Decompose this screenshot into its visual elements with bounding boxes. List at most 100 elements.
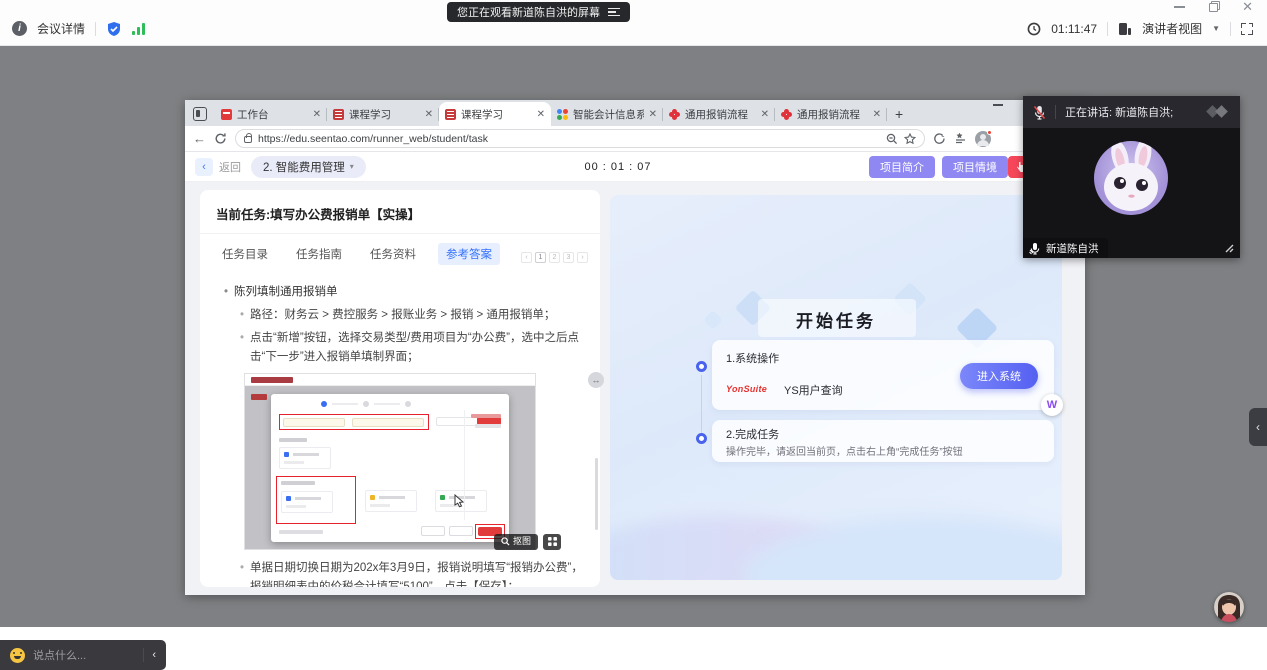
task-page-header: ‹ 返回 2. 智能费用管理 ▾ 00 : 01 : 07 项目简介 项目情境 xyxy=(185,152,1085,182)
view-mode-selector[interactable]: 演讲者视图 xyxy=(1142,20,1202,37)
tab-label: 课程学习 xyxy=(349,107,420,122)
tab-label: 通用报销流程 xyxy=(685,107,756,122)
browser-tab-reimburse-1[interactable]: 通用报销流程 ✕ xyxy=(663,102,775,126)
view-layout-icon xyxy=(1118,22,1132,36)
tab-workspaces-icon[interactable] xyxy=(193,107,207,121)
tab-close-icon[interactable]: ✕ xyxy=(761,109,769,120)
reimburse-favicon xyxy=(669,109,680,120)
security-shield-icon[interactable] xyxy=(106,21,122,37)
window-restore-icon[interactable] xyxy=(1209,3,1218,12)
network-signal-icon[interactable] xyxy=(132,23,145,35)
page-next-icon[interactable]: › xyxy=(577,252,588,263)
bullet-main: 陈列填制通用报销单 xyxy=(224,283,586,302)
rabbit-avatar xyxy=(1094,141,1168,215)
participant-name: 新道陈自洪 xyxy=(1046,241,1099,256)
info-icon[interactable]: i xyxy=(12,21,27,36)
timeline-dot-2 xyxy=(696,433,707,444)
tab-label: 通用报销流程 xyxy=(797,107,868,122)
workbench-favicon xyxy=(221,109,232,120)
browser-tab-course-1[interactable]: 课程学习 ✕ xyxy=(327,102,439,126)
back-arrow-icon[interactable]: ← xyxy=(193,132,206,145)
course-selector[interactable]: 2. 智能费用管理 ▾ xyxy=(251,156,366,178)
xindao-logo xyxy=(1206,105,1230,119)
new-tab-icon[interactable]: + xyxy=(895,106,903,122)
sidebar-collapse-tab[interactable]: ‹ xyxy=(1249,408,1267,446)
browser-profile-avatar[interactable] xyxy=(975,131,991,147)
refresh-icon[interactable] xyxy=(214,132,227,145)
mouse-cursor-icon xyxy=(453,494,465,508)
browser-tab-workbench[interactable]: 工作台 ✕ xyxy=(215,102,327,126)
browser-tab-reimburse-2[interactable]: 通用报销流程 ✕ xyxy=(775,102,887,126)
self-avatar[interactable] xyxy=(1214,592,1244,622)
resize-handle-icon[interactable] xyxy=(1222,241,1234,253)
participant-name-tag: 新道陈自洪 xyxy=(1023,238,1108,258)
browser-tabstrip: 工作台 ✕ 课程学习 ✕ 课程学习 ✕ 智能会计信息系统R ✕ 通用报销流程 xyxy=(185,100,1085,126)
back-label[interactable]: 返回 xyxy=(219,159,241,175)
shared-screen-area: 工作台 ✕ 课程学习 ✕ 课程学习 ✕ 智能会计信息系统R ✕ 通用报销流程 xyxy=(0,46,1267,627)
tab-close-icon[interactable]: ✕ xyxy=(649,109,657,120)
start-task-title: 开始任务 xyxy=(610,307,1062,332)
chat-collapse-icon[interactable]: ‹ xyxy=(152,649,156,661)
tab-close-icon[interactable]: ✕ xyxy=(313,109,321,120)
url-text: https://edu.seentao.com/runner_web/stude… xyxy=(258,133,880,145)
lock-icon xyxy=(244,136,252,143)
snip-button[interactable]: 抠图 xyxy=(494,534,538,550)
back-chevron-icon[interactable]: ‹ xyxy=(195,158,213,176)
zoom-out-icon[interactable] xyxy=(886,133,898,145)
collections-icon[interactable] xyxy=(954,132,967,145)
assistant-badge[interactable]: W xyxy=(1041,394,1063,416)
grid-view-icon[interactable] xyxy=(543,534,561,550)
browser-toolbar: ← https://edu.seentao.com/runner_web/stu… xyxy=(185,126,1085,152)
window-minimize-icon[interactable] xyxy=(1174,6,1185,8)
bullet-step2: 单据日期切换日期为202x年3月9日，报销说明填写“报销办公费”，报销明细表中的… xyxy=(240,559,592,587)
tab-task-guide[interactable]: 任务指南 xyxy=(290,243,348,265)
chat-placeholder[interactable]: 说点什么... xyxy=(33,647,135,663)
timeline-dot-1 xyxy=(696,361,707,372)
browser-tab-course-2-active[interactable]: 课程学习 ✕ xyxy=(439,102,551,126)
window-close-icon[interactable]: ✕ xyxy=(1242,2,1253,12)
tab-close-icon[interactable]: ✕ xyxy=(537,109,545,120)
step2-desc: 操作完毕，请返回当前页，点击右上角“完成任务”按钮 xyxy=(726,443,963,458)
tab-label: 智能会计信息系统R xyxy=(573,107,644,122)
tab-close-icon[interactable]: ✕ xyxy=(425,109,433,120)
browser-minimize-icon[interactable] xyxy=(993,104,1003,106)
project-context-button[interactable]: 项目情境 xyxy=(942,156,1008,178)
banner-menu-icon[interactable] xyxy=(608,6,620,19)
tab-task-catalog[interactable]: 任务目录 xyxy=(216,243,274,265)
panel-scrollbar[interactable] xyxy=(595,458,598,530)
meeting-details-label[interactable]: 会议详情 xyxy=(37,20,85,37)
step1-title: 1.系统操作 xyxy=(726,350,779,366)
tab-task-material[interactable]: 任务资料 xyxy=(364,243,422,265)
meeting-duration: 01:11:47 xyxy=(1051,22,1097,36)
task-content-area: 当前任务:填写办公费报销单【实操】 任务目录 任务指南 任务资料 参考答案 ‹ … xyxy=(185,182,1085,595)
emoji-icon[interactable] xyxy=(10,648,25,663)
tab-reference-answer[interactable]: 参考答案 xyxy=(438,243,500,265)
address-bar[interactable]: https://edu.seentao.com/runner_web/stude… xyxy=(235,129,925,148)
project-intro-button[interactable]: 项目简介 xyxy=(869,156,935,178)
page-3[interactable]: 3 xyxy=(563,252,574,263)
chevron-down-icon[interactable]: ▼ xyxy=(1212,24,1220,33)
browser-tab-accounting-system[interactable]: 智能会计信息系统R ✕ xyxy=(551,102,663,126)
speaker-video-panel[interactable]: 正在讲话: 新道陈自洪; xyxy=(1023,96,1240,258)
yonsuite-logo: YonSuite xyxy=(726,384,767,394)
task-timer: 00 : 01 : 07 xyxy=(573,161,663,173)
enter-system-button[interactable]: 进入系统 xyxy=(960,363,1038,389)
page-1[interactable]: 1 xyxy=(535,252,546,263)
fullscreen-icon[interactable] xyxy=(1241,23,1253,35)
step2-card: 2.完成任务 操作完毕，请返回当前页，点击右上角“完成任务”按钮 xyxy=(712,420,1054,462)
page-2[interactable]: 2 xyxy=(549,252,560,263)
magnifier-icon xyxy=(501,537,510,546)
favorite-star-icon[interactable] xyxy=(904,133,916,145)
page-prev-icon[interactable]: ‹ xyxy=(521,252,532,263)
panel-resize-handle[interactable]: ↔ xyxy=(588,372,604,388)
extensions-icon[interactable] xyxy=(933,132,946,145)
notification-dot xyxy=(987,130,992,135)
timeline-line xyxy=(701,375,702,435)
current-task-panel: 当前任务:填写办公费报销单【实操】 任务目录 任务指南 任务资料 参考答案 ‹ … xyxy=(200,190,600,587)
chevron-down-icon: ▾ xyxy=(350,162,354,171)
chat-input-bar[interactable]: 说点什么... ‹ xyxy=(0,640,166,670)
divider xyxy=(1230,22,1231,36)
tab-close-icon[interactable]: ✕ xyxy=(873,109,881,120)
answer-screenshot-1 xyxy=(244,373,536,550)
meeting-topbar: ✕ i 会议详情 01:11:47 演讲者视图 ▼ xyxy=(0,0,1267,46)
